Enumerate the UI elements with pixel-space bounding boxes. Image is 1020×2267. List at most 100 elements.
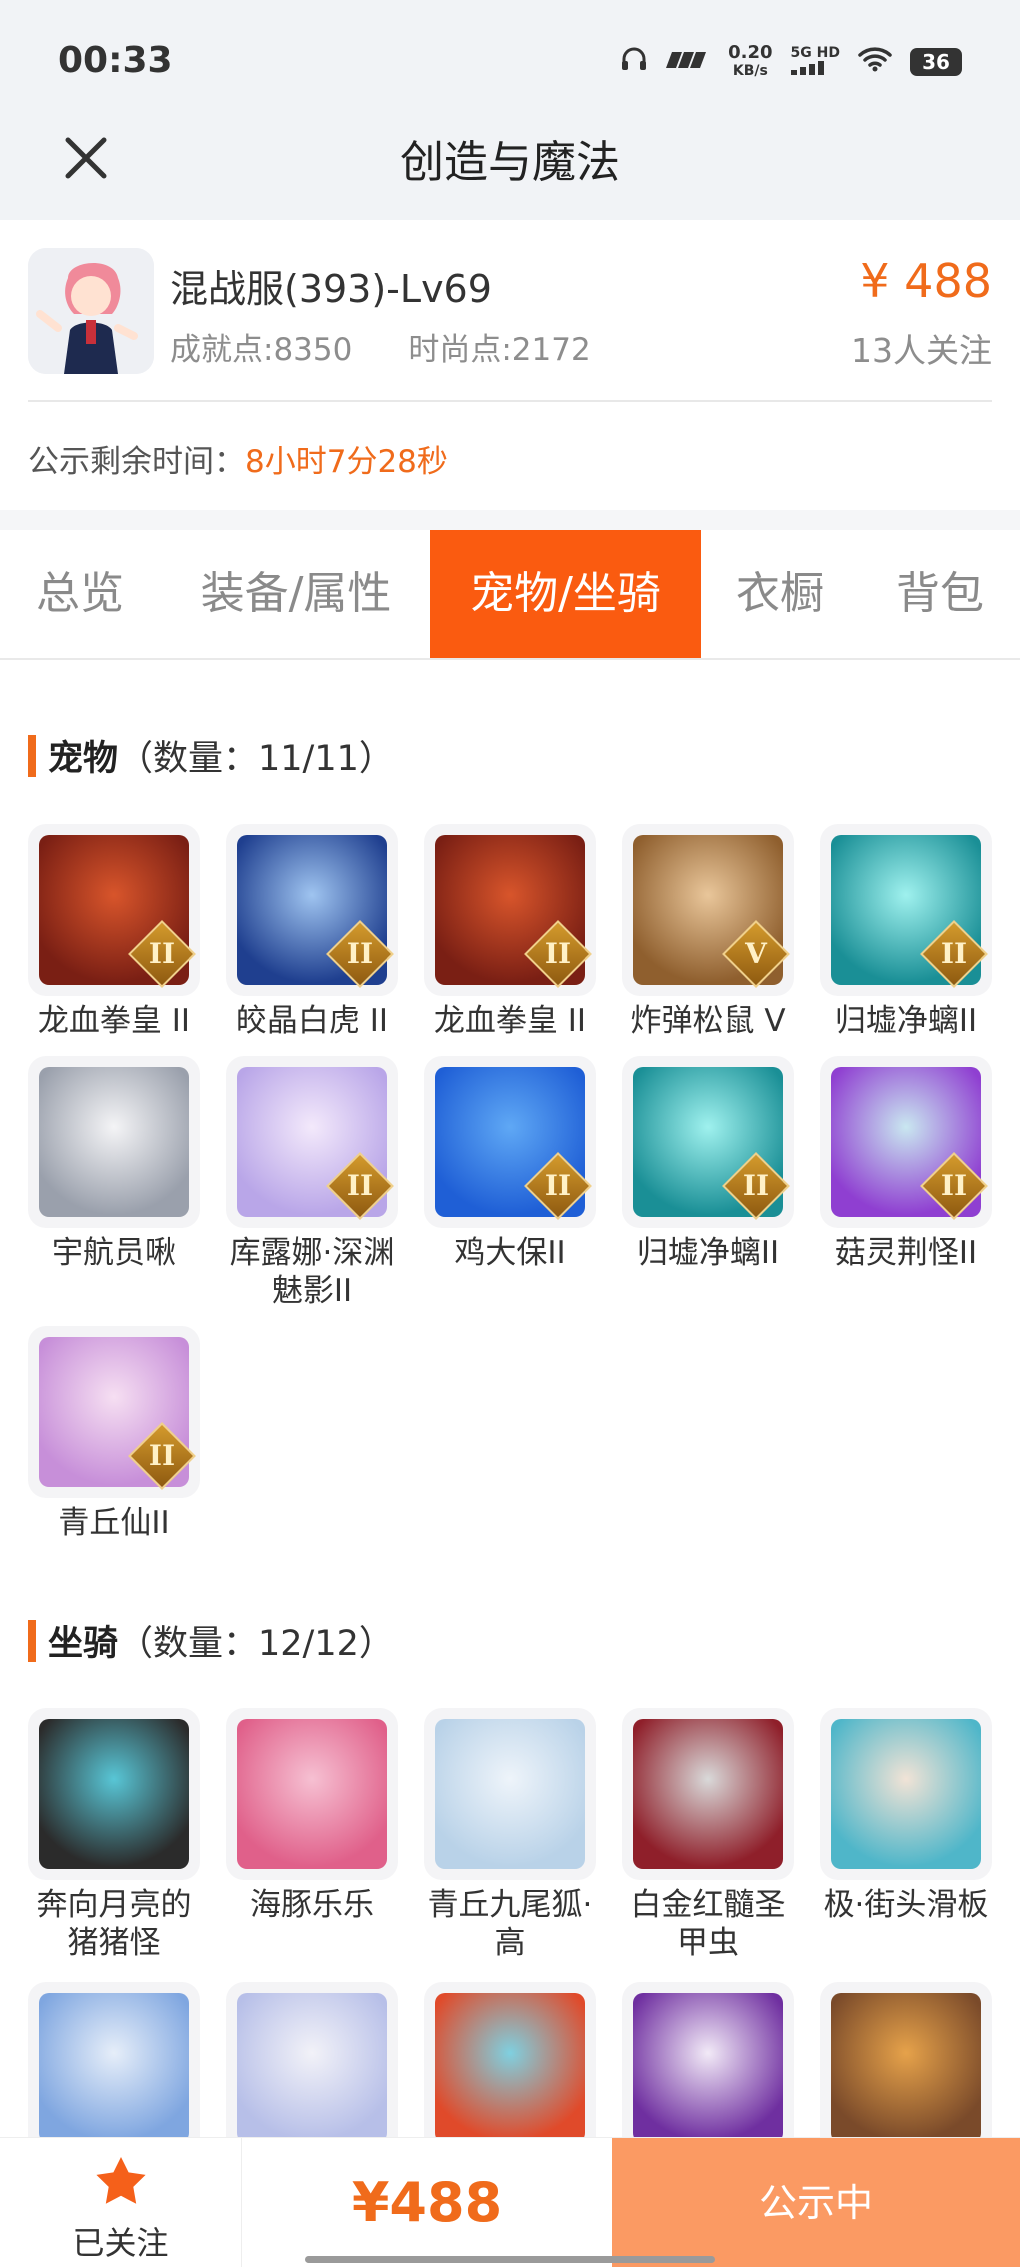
mount-thumbnail xyxy=(820,1982,992,2154)
status-bar: 00:33 0.20 KB/s 5G HD 36 xyxy=(0,0,1020,112)
mount-thumbnail xyxy=(820,1708,992,1880)
mount-name: 青丘九尾狐·高 xyxy=(427,1887,593,1961)
mount-item[interactable]: 青丘九尾狐·高 xyxy=(424,1708,596,1962)
pet-item[interactable]: II 青丘仙II xyxy=(28,1326,200,1542)
wifi-icon xyxy=(858,46,892,79)
mount-item[interactable]: 海豚乐乐 xyxy=(226,1708,398,1962)
pet-name: 菇灵荆怪II xyxy=(834,1235,978,1271)
fashion-points: 时尚点:2172 xyxy=(408,332,591,368)
pet-thumbnail: II xyxy=(622,1056,794,1228)
tab-overview[interactable]: 总览 xyxy=(0,530,160,658)
pet-thumbnail: V xyxy=(622,824,794,996)
follow-button[interactable]: 已关注 xyxy=(0,2138,242,2267)
pet-item[interactable]: II 库露娜·深渊魅影II xyxy=(226,1056,398,1310)
account-card: 混战服(393)-Lv69 成就点:8350 时尚点:2172 ¥ 488 13… xyxy=(0,220,1020,510)
mount-artwork-icon xyxy=(831,1719,981,1869)
pet-thumbnail: II xyxy=(28,1326,200,1498)
notice-label: 公示剩余时间： xyxy=(28,444,245,480)
mount-thumbnail xyxy=(424,1982,596,2154)
pet-grid: II 龙血拳皇 II II 皎晶白虎 II II 龙血拳皇 II V 炸弹松鼠 V II 归墟净螭… xyxy=(28,824,992,1542)
mount-item[interactable]: 奔向月亮的猪猪怪 xyxy=(28,1708,200,1962)
pet-item[interactable]: II 菇灵荆怪II xyxy=(820,1056,992,1310)
star-icon xyxy=(96,2157,146,2204)
pet-thumbnail: II xyxy=(424,1056,596,1228)
mount-artwork-icon xyxy=(435,1719,585,1869)
pet-thumbnail: II xyxy=(820,824,992,996)
mount-thumbnail xyxy=(424,1708,596,1880)
pet-item[interactable]: II 归墟净螭II xyxy=(820,824,992,1040)
page-title: 创造与魔法 xyxy=(400,137,620,188)
signal-brand-icon xyxy=(666,46,710,79)
mount-artwork-icon xyxy=(39,1719,189,1869)
tab-equipment[interactable]: 装备/属性 xyxy=(176,530,416,658)
mount-thumbnail xyxy=(622,1708,794,1880)
section-accent-bar xyxy=(28,734,36,777)
mount-name: 极·街头滑板 xyxy=(823,1887,989,1923)
bottom-bar: 已关注 ¥488 公示中 xyxy=(0,2137,1020,2267)
pet-thumbnail: II xyxy=(424,824,596,996)
public-status-button[interactable]: 公示中 xyxy=(612,2138,1020,2267)
mount-item[interactable] xyxy=(226,1982,398,2154)
server-level: 混战服(393)-Lv69 xyxy=(170,267,492,311)
network-5g-icon: 5G HD xyxy=(790,45,840,79)
tab-pets-mounts[interactable]: 宠物/坐骑 xyxy=(430,530,701,658)
bottom-price: ¥488 xyxy=(351,2171,503,2234)
mount-artwork-icon xyxy=(39,1993,189,2143)
avatar xyxy=(28,248,154,374)
pet-thumbnail xyxy=(28,1056,200,1228)
pet-name: 归墟净螭II xyxy=(834,1003,978,1039)
pet-item[interactable]: II 龙血拳皇 II xyxy=(424,824,596,1040)
page: { "status_bar": { "time": "00:33", "net_… xyxy=(0,0,1020,2267)
pet-name: 皎晶白虎 II xyxy=(235,1003,389,1039)
home-indicator xyxy=(305,2256,715,2263)
pet-item[interactable]: V 炸弹松鼠 V xyxy=(622,824,794,1040)
mount-name: 海豚乐乐 xyxy=(250,1887,374,1923)
pet-item[interactable]: II 龙血拳皇 II xyxy=(28,824,200,1040)
mount-thumbnail xyxy=(226,1708,398,1880)
mount-item[interactable] xyxy=(820,1982,992,2154)
tab-wardrobe[interactable]: 衣橱 xyxy=(715,530,845,658)
pet-name: 鸡大保II xyxy=(454,1235,566,1271)
pets-section-title: 宠物 （数量：11/11） xyxy=(28,730,394,781)
mount-name: 奔向月亮的猪猪怪 xyxy=(36,1887,192,1961)
mount-item[interactable] xyxy=(28,1982,200,2154)
pet-name: 龙血拳皇 II xyxy=(37,1003,191,1039)
mount-name: 白金红髓圣甲虫 xyxy=(630,1887,786,1961)
status-time: 00:33 xyxy=(58,40,173,81)
mounts-section-title: 坐骑 （数量：12/12） xyxy=(28,1615,394,1666)
pet-thumbnail: II xyxy=(28,824,200,996)
pet-name: 青丘仙II xyxy=(58,1505,170,1541)
follower-count: 13人关注 xyxy=(851,331,992,370)
mount-artwork-icon xyxy=(237,1719,387,1869)
account-price: ¥ 488 xyxy=(860,254,992,308)
mount-item[interactable]: 白金红髓圣甲虫 xyxy=(622,1708,794,1962)
mount-item[interactable]: 极·街头滑板 xyxy=(820,1708,992,1962)
pet-name: 龙血拳皇 II xyxy=(433,1003,587,1039)
notice-countdown: 8小时7分28秒 xyxy=(245,444,448,480)
pet-item[interactable]: II 归墟净螭II xyxy=(622,1056,794,1310)
mount-artwork-icon xyxy=(633,1993,783,2143)
pet-item[interactable]: 宇航员啾 xyxy=(28,1056,200,1310)
mount-thumbnail xyxy=(28,1708,200,1880)
mount-artwork-icon xyxy=(831,1993,981,2143)
pet-thumbnail: II xyxy=(226,1056,398,1228)
header: 创造与魔法 xyxy=(0,112,1020,220)
headphones-icon xyxy=(620,45,648,80)
pet-artwork-icon xyxy=(39,1067,189,1217)
pet-item[interactable]: II 皎晶白虎 II xyxy=(226,824,398,1040)
account-stats: 成就点:8350 时尚点:2172 xyxy=(170,324,591,369)
follow-label: 已关注 xyxy=(72,2224,169,2262)
pet-name: 炸弹松鼠 V xyxy=(630,1003,786,1039)
mount-thumbnail xyxy=(622,1982,794,2154)
mount-artwork-icon xyxy=(633,1719,783,1869)
divider xyxy=(28,400,992,402)
tab-backpack[interactable]: 背包 xyxy=(870,530,1010,658)
battery-icon: 36 xyxy=(910,48,962,76)
mount-item[interactable] xyxy=(622,1982,794,2154)
pet-name: 库露娜·深渊魅影II xyxy=(229,1235,395,1309)
mount-artwork-icon xyxy=(435,1993,585,2143)
mount-artwork-icon xyxy=(237,1993,387,2143)
mount-grid: 奔向月亮的猪猪怪 海豚乐乐 青丘九尾狐·高 白金红髓圣甲虫 极·街头滑板 xyxy=(28,1708,992,2154)
mount-item[interactable] xyxy=(424,1982,596,2154)
pet-item[interactable]: II 鸡大保II xyxy=(424,1056,596,1310)
